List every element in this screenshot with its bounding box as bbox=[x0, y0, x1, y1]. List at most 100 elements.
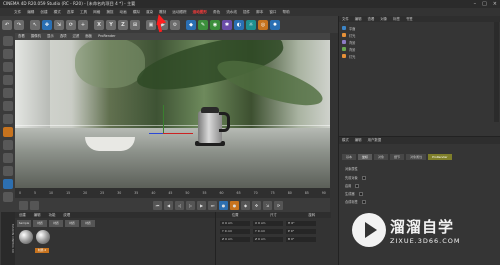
menu-simulate[interactable]: 模拟 bbox=[133, 8, 140, 16]
attr-checkbox[interactable] bbox=[361, 199, 366, 204]
viewport-menu-options[interactable]: 选项 bbox=[60, 33, 67, 40]
coord-field[interactable]: Y 0 cm bbox=[253, 229, 283, 234]
undo-icon[interactable]: ↶ bbox=[2, 19, 12, 30]
tab-details[interactable]: 细节 bbox=[390, 154, 405, 160]
attr-checkbox[interactable] bbox=[355, 183, 360, 188]
menu-pipeline[interactable]: 流水线 bbox=[226, 8, 237, 16]
attr-menu-edit[interactable]: 编辑 bbox=[355, 137, 362, 144]
coord-field[interactable]: Z 0 cm bbox=[220, 237, 250, 242]
current-frame-field[interactable] bbox=[30, 200, 39, 210]
viewport[interactable]: 查看 摄像机 显示 选项 过滤 面板 ProRender bbox=[15, 33, 330, 188]
menu-snap[interactable]: 捕捉 bbox=[106, 8, 113, 16]
rotate-tool-icon[interactable]: ⟳ bbox=[66, 19, 76, 30]
position-key-icon[interactable]: ✥ bbox=[252, 200, 261, 210]
deformer-icon[interactable]: ◐ bbox=[234, 19, 244, 30]
menu-animate[interactable]: 动画 bbox=[120, 8, 127, 16]
move-tool-icon[interactable]: ✥ bbox=[42, 19, 52, 30]
tab-coord[interactable]: 坐标 bbox=[358, 154, 373, 160]
z-axis-gizmo[interactable] bbox=[149, 133, 163, 134]
grid-icon[interactable] bbox=[2, 192, 13, 202]
material-filter[interactable]: 材质 bbox=[81, 219, 95, 227]
object-manager-scrollbar[interactable] bbox=[494, 22, 499, 122]
menu-mograph[interactable]: 运动图形 bbox=[193, 8, 207, 16]
tab-basic[interactable]: 基本 bbox=[342, 154, 357, 160]
edges-mode-icon[interactable] bbox=[2, 101, 13, 111]
texture-mode-icon[interactable] bbox=[2, 62, 13, 72]
tab-object-props[interactable]: 对象属性 bbox=[406, 154, 427, 160]
material-filter[interactable]: 材质 bbox=[33, 219, 47, 227]
om-menu-file[interactable]: 文件 bbox=[342, 16, 349, 22]
recent-tool-icon[interactable]: + bbox=[78, 19, 88, 30]
viewport-menu-panel[interactable]: 面板 bbox=[85, 33, 92, 40]
attr-checkbox[interactable] bbox=[358, 191, 363, 196]
tab-prorender[interactable]: ProRender bbox=[428, 154, 452, 160]
camera-icon[interactable]: ◎ bbox=[258, 19, 268, 30]
solo-icon[interactable] bbox=[2, 179, 13, 189]
snap-icon[interactable] bbox=[2, 153, 13, 163]
menu-tools[interactable]: 工具 bbox=[80, 8, 87, 16]
coord-field[interactable]: X 0 cm bbox=[220, 221, 250, 226]
array-icon[interactable]: ✱ bbox=[222, 19, 232, 30]
points-mode-icon[interactable] bbox=[2, 88, 13, 98]
menu-tracking[interactable]: 运动跟踪 bbox=[172, 8, 186, 16]
menu-mesh[interactable]: 网格 bbox=[93, 8, 100, 16]
object-row[interactable]: 灯光 bbox=[342, 53, 355, 59]
coord-field[interactable]: Y 0 cm bbox=[220, 229, 250, 234]
coord-field[interactable]: H 0° bbox=[286, 221, 316, 226]
material-filter[interactable]: 材质 bbox=[49, 219, 63, 227]
material-filter[interactable]: 材质 bbox=[65, 219, 79, 227]
scene-icon[interactable]: ☼ bbox=[246, 19, 256, 30]
om-menu-edit[interactable]: 编辑 bbox=[355, 16, 362, 22]
x-axis-gizmo[interactable] bbox=[163, 133, 193, 134]
om-menu-view[interactable]: 查看 bbox=[368, 16, 375, 22]
y-axis-gizmo[interactable] bbox=[163, 105, 164, 133]
menu-window[interactable]: 窗口 bbox=[269, 8, 276, 16]
y-axis-icon[interactable]: Y bbox=[106, 19, 116, 30]
play-backward-icon[interactable]: ◁ bbox=[175, 200, 184, 210]
menu-create[interactable]: 创建 bbox=[40, 8, 47, 16]
cube-icon[interactable]: ◆ bbox=[186, 19, 196, 30]
z-axis-icon[interactable]: Z bbox=[118, 19, 128, 30]
x-axis-icon[interactable]: X bbox=[94, 19, 104, 30]
coord-field[interactable]: B 0° bbox=[286, 237, 316, 242]
live-select-icon[interactable]: ↖ bbox=[30, 19, 40, 30]
coord-field[interactable]: Z 0 cm bbox=[253, 237, 283, 242]
menu-plugins[interactable]: 插件 bbox=[243, 8, 250, 16]
menu-mode[interactable]: 模式 bbox=[54, 8, 61, 16]
rotation-key-icon[interactable]: ⟳ bbox=[274, 200, 283, 210]
menu-script[interactable]: 脚本 bbox=[256, 8, 263, 16]
pen-icon[interactable]: ✎ bbox=[198, 19, 208, 30]
menu-render[interactable]: 渲染 bbox=[146, 8, 153, 16]
viewport-menu-filter[interactable]: 过滤 bbox=[73, 33, 80, 40]
close-icon[interactable]: × bbox=[493, 1, 497, 7]
material-label[interactable]: 材质.2 bbox=[35, 248, 49, 253]
prev-key-icon[interactable]: ◀ bbox=[164, 200, 173, 210]
go-to-start-icon[interactable]: ⏮ bbox=[153, 200, 162, 210]
menu-help[interactable]: 帮助 bbox=[283, 8, 290, 16]
subdivision-icon[interactable]: ◉ bbox=[210, 19, 220, 30]
record-keys-icon[interactable]: ● bbox=[219, 200, 228, 210]
menu-file[interactable]: 文件 bbox=[14, 8, 21, 16]
coord-field[interactable]: X 0 cm bbox=[253, 221, 283, 226]
next-key-icon[interactable]: ▶ bbox=[197, 200, 206, 210]
timeline-ruler[interactable]: 0 5 10 15 20 25 30 35 40 45 50 55 60 65 … bbox=[15, 188, 330, 198]
keyframe-selection-icon[interactable]: ◆ bbox=[241, 200, 250, 210]
make-editable-icon[interactable] bbox=[2, 36, 13, 46]
redo-icon[interactable]: ↷ bbox=[14, 19, 24, 30]
menu-edit[interactable]: 编辑 bbox=[27, 8, 34, 16]
om-menu-bookmarks[interactable]: 书签 bbox=[406, 16, 413, 22]
object-row[interactable]: 平面 bbox=[342, 25, 355, 31]
menu-character[interactable]: 角色 bbox=[213, 8, 220, 16]
minimize-icon[interactable]: – bbox=[474, 1, 477, 7]
render-settings-icon[interactable]: ⚙ bbox=[170, 19, 180, 30]
model-mode-icon[interactable] bbox=[2, 49, 13, 59]
object-row[interactable]: 背景 bbox=[342, 39, 355, 45]
maximize-icon[interactable]: □ bbox=[482, 1, 487, 7]
material-swatch[interactable] bbox=[19, 230, 33, 244]
viewport-menu-display[interactable]: 显示 bbox=[47, 33, 54, 40]
om-menu-tags[interactable]: 标签 bbox=[393, 16, 400, 22]
workplane-icon[interactable] bbox=[2, 75, 13, 85]
object-row[interactable]: 灯光 bbox=[342, 32, 355, 38]
tab-object[interactable]: 对象 bbox=[374, 154, 389, 160]
object-row[interactable]: 背景 bbox=[342, 46, 355, 52]
